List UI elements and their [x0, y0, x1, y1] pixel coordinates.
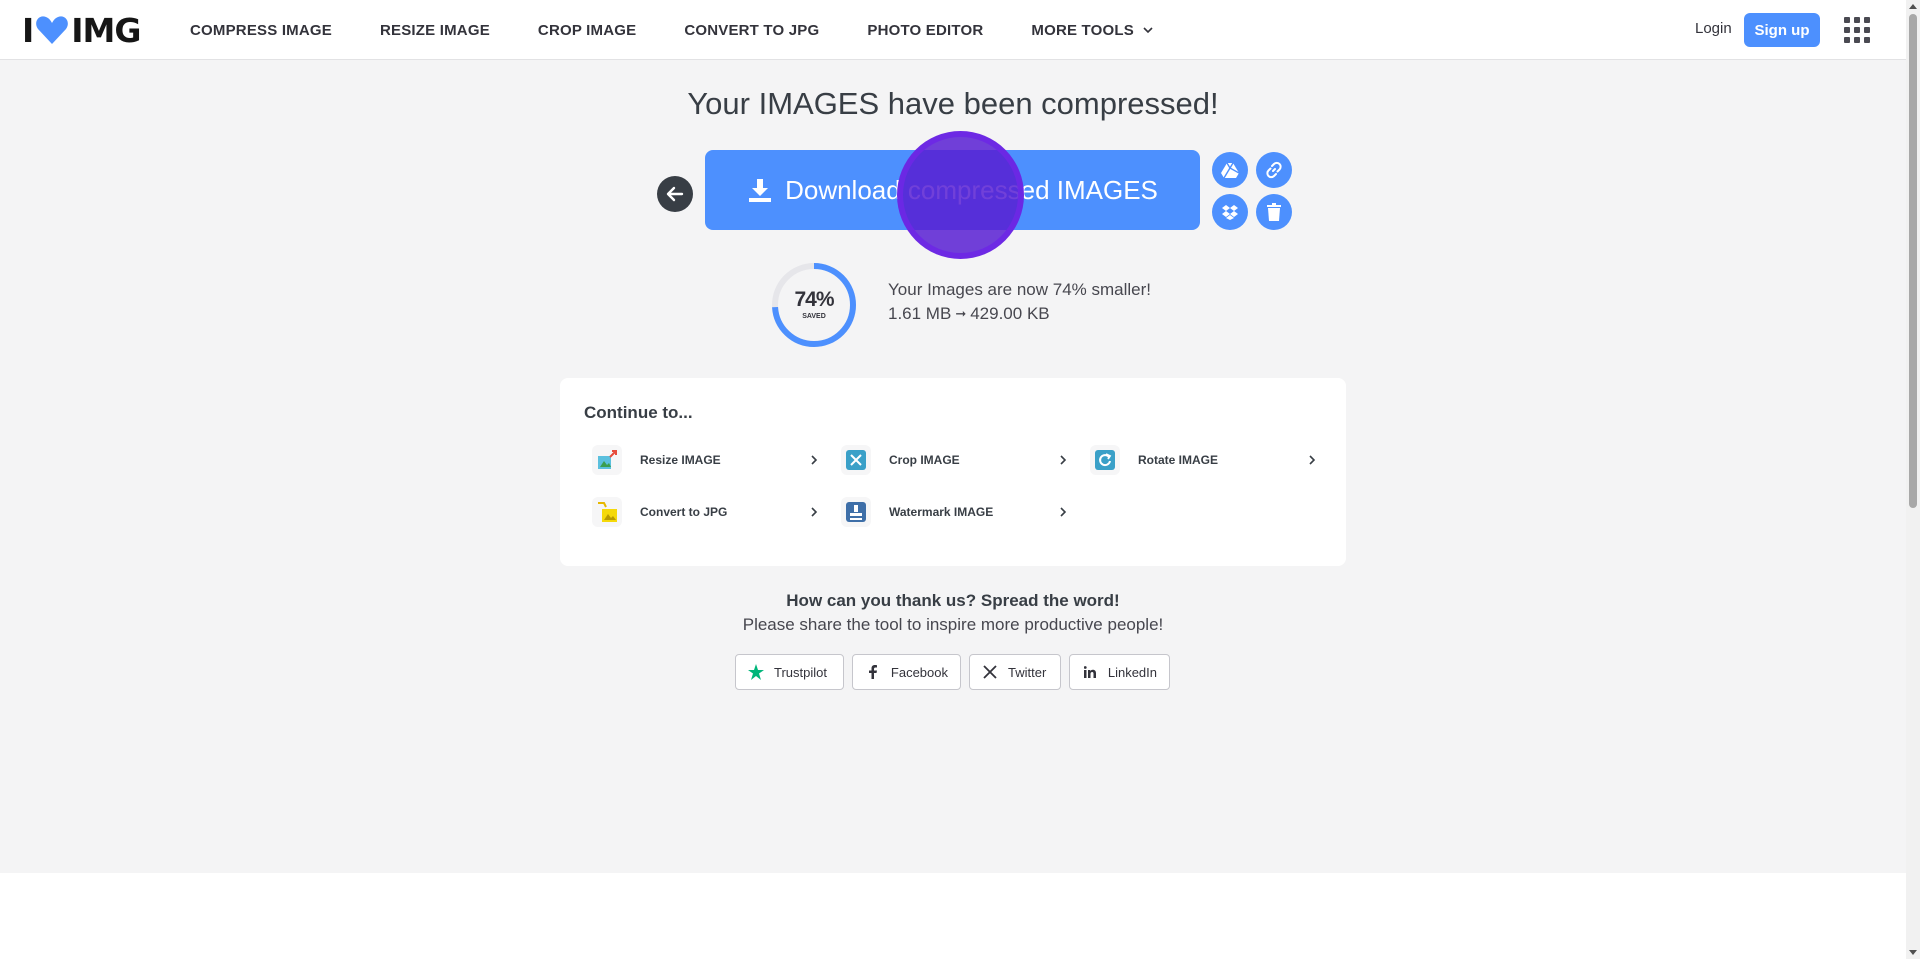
continue-watermark-image[interactable]: Watermark IMAGE — [841, 492, 1069, 532]
top-header: I IMG COMPRESS IMAGE RESIZE IMAGE CROP I… — [0, 0, 1906, 60]
continue-resize-image[interactable]: Resize IMAGE — [592, 440, 820, 480]
tool-label: Watermark IMAGE — [889, 505, 994, 519]
save-dropbox-button[interactable] — [1212, 194, 1248, 230]
share-linkedin-button[interactable]: LinkedIn — [1069, 654, 1170, 690]
nav-compress-image[interactable]: COMPRESS IMAGE — [190, 22, 332, 39]
savings-percent: 74% — [794, 288, 834, 311]
resize-icon — [598, 450, 617, 469]
dropbox-icon — [1222, 205, 1238, 220]
apps-grid-icon[interactable] — [1844, 17, 1870, 43]
continue-rotate-image[interactable]: Rotate IMAGE — [1090, 440, 1318, 480]
star-icon — [748, 664, 764, 680]
login-link[interactable]: Login — [1695, 20, 1732, 37]
nav-more-tools-label: MORE TOOLS — [1031, 21, 1134, 39]
logo[interactable]: I IMG — [22, 10, 142, 50]
page-scrollbar[interactable] — [1906, 0, 1920, 959]
size-after: 429.00 KB — [970, 304, 1050, 323]
scroll-up-arrow[interactable] — [1909, 4, 1917, 9]
download-icon — [749, 179, 772, 202]
nav-resize-image[interactable]: RESIZE IMAGE — [380, 22, 490, 39]
crop-icon — [846, 450, 866, 470]
chevron-right-icon — [811, 507, 818, 517]
linkedin-icon — [1083, 666, 1096, 678]
continue-convert-to-jpg[interactable]: Convert to JPG — [592, 492, 820, 532]
chevron-right-icon — [1060, 455, 1067, 465]
convert-icon — [598, 502, 617, 522]
save-google-drive-button[interactable] — [1212, 152, 1248, 188]
continue-crop-image[interactable]: Crop IMAGE — [841, 440, 1069, 480]
watermark-icon — [846, 502, 866, 522]
size-comparison: 1.61 MB ➞ 429.00 KB — [888, 304, 1050, 324]
continue-title: Continue to... — [584, 403, 693, 422]
nav-crop-image[interactable]: CROP IMAGE — [538, 22, 636, 39]
arrow-left-icon — [666, 186, 684, 202]
facebook-icon — [868, 665, 877, 679]
signup-button[interactable]: Sign up — [1744, 13, 1820, 47]
rotate-icon — [1095, 450, 1115, 470]
scrollbar-thumb[interactable] — [1909, 14, 1917, 508]
copy-link-button[interactable] — [1256, 152, 1292, 188]
tool-label: Convert to JPG — [640, 505, 728, 519]
tool-label: Crop IMAGE — [889, 453, 960, 467]
footer-area — [0, 873, 1906, 959]
continue-card: Continue to... Resize IMAGE Crop IMAGE R… — [560, 378, 1346, 566]
share-label: LinkedIn — [1107, 664, 1157, 680]
chevron-right-icon — [1060, 507, 1067, 517]
share-label: Facebook — [890, 664, 948, 680]
main-nav: COMPRESS IMAGE RESIZE IMAGE CROP IMAGE C… — [190, 0, 1202, 60]
page-title: Your IMAGES have been compressed! — [687, 86, 1219, 121]
size-arrow: ➞ — [955, 306, 967, 321]
scroll-down-arrow[interactable] — [1909, 950, 1917, 955]
click-ripple — [897, 131, 1024, 259]
tool-label: Resize IMAGE — [640, 453, 721, 467]
share-trustpilot-button[interactable]: Trustpilot — [735, 654, 844, 690]
share-facebook-button[interactable]: Facebook — [852, 654, 961, 690]
chevron-right-icon — [1309, 455, 1316, 465]
savings-label: SAVED — [802, 313, 826, 320]
size-before: 1.61 MB — [888, 304, 952, 323]
chevron-down-icon — [1143, 27, 1153, 34]
link-icon — [1266, 161, 1282, 179]
logo-letter: I — [22, 10, 34, 50]
share-subtitle: Please share the tool to inspire more pr… — [742, 615, 1164, 634]
back-button[interactable] — [657, 176, 693, 212]
share-twitter-button[interactable]: Twitter — [969, 654, 1061, 690]
savings-message: Your Images are now 74% smaller! — [888, 280, 1152, 299]
google-drive-icon — [1221, 162, 1239, 178]
nav-convert-to-jpg[interactable]: CONVERT TO JPG — [684, 22, 819, 39]
x-twitter-icon — [983, 665, 997, 679]
share-label: Twitter — [1008, 664, 1047, 680]
nav-photo-editor[interactable]: PHOTO EDITOR — [867, 22, 983, 39]
logo-wordmark: IMG — [71, 10, 141, 50]
chevron-right-icon — [811, 455, 818, 465]
share-label: Trustpilot — [774, 664, 827, 680]
tool-label: Rotate IMAGE — [1138, 453, 1219, 467]
delete-button[interactable] — [1256, 194, 1292, 230]
heart-icon — [36, 16, 69, 44]
share-question: How can you thank us? Spread the word! — [786, 591, 1120, 610]
trash-icon — [1267, 203, 1281, 221]
nav-more-tools[interactable]: MORE TOOLS — [1031, 22, 1154, 39]
